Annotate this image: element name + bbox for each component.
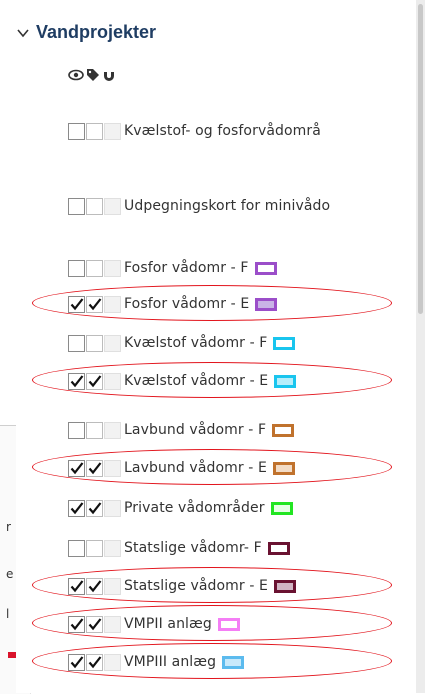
layer-label[interactable]: Fosfor vådomr - E xyxy=(124,296,249,312)
layer-row[interactable]: Lavbund vådomr - F xyxy=(68,419,295,441)
layer-row[interactable]: VMPII anlæg xyxy=(68,613,240,635)
layer-row[interactable]: VMPIII anlæg xyxy=(68,651,245,673)
layer-label[interactable]: Statslige vådomr- F xyxy=(124,540,262,556)
layer-snap-checkbox[interactable] xyxy=(104,499,121,517)
layer-label[interactable]: Fosfor vådomr - F xyxy=(124,260,249,276)
background-text-fragment: l xyxy=(6,607,10,621)
layer-snap-checkbox[interactable] xyxy=(104,577,121,595)
layer-label-checkbox[interactable] xyxy=(86,499,103,517)
layer-row[interactable]: Private vådområder xyxy=(68,497,293,519)
layer-snap-checkbox[interactable] xyxy=(104,334,121,352)
layer-legend-swatch xyxy=(267,541,290,555)
layer-label[interactable]: VMPII anlæg xyxy=(124,616,212,632)
layer-visibility-checkbox[interactable] xyxy=(68,295,85,313)
layer-legend-swatch xyxy=(270,501,293,515)
layer-label[interactable]: Kvælstof vådomr - E xyxy=(124,373,268,389)
layer-row[interactable]: Kvælstof vådomr - F xyxy=(68,332,296,354)
layer-snap-checkbox[interactable] xyxy=(104,615,121,633)
layer-visibility-checkbox[interactable] xyxy=(68,122,85,140)
layer-legend-swatch xyxy=(272,423,295,437)
layer-label[interactable]: Statslige vådomr - E xyxy=(124,578,268,594)
layer-visibility-checkbox[interactable] xyxy=(68,615,85,633)
layer-row[interactable]: Kvælstof vådomr - E xyxy=(68,370,297,392)
layer-snap-checkbox[interactable] xyxy=(104,372,121,390)
layer-legend-swatch xyxy=(273,336,296,350)
layer-visibility-checkbox[interactable] xyxy=(68,577,85,595)
group-title[interactable]: Vandprojekter xyxy=(36,22,156,43)
chevron-down-icon[interactable] xyxy=(16,26,30,40)
layer-visibility-checkbox[interactable] xyxy=(68,653,85,671)
layer-label-checkbox[interactable] xyxy=(86,539,103,557)
layer-legend-swatch xyxy=(222,655,245,669)
layer-legend-swatch xyxy=(217,617,240,631)
layer-legend-swatch xyxy=(273,579,296,593)
layer-snap-checkbox[interactable] xyxy=(104,459,121,477)
layer-label-checkbox[interactable] xyxy=(86,459,103,477)
layer-label-checkbox[interactable] xyxy=(86,122,103,140)
group-header[interactable]: Vandprojekter xyxy=(16,22,156,43)
layer-row[interactable]: Fosfor vådomr - E xyxy=(68,293,278,315)
layer-snap-checkbox[interactable] xyxy=(104,122,121,140)
layer-row[interactable]: Kvælstof- og fosforvådområ xyxy=(68,120,321,142)
layer-visibility-checkbox[interactable] xyxy=(68,259,85,277)
background-text-fragment: e xyxy=(6,567,14,581)
group-toolbar xyxy=(68,68,116,82)
layer-row[interactable]: Fosfor vådomr - F xyxy=(68,257,277,279)
layer-label-checkbox[interactable] xyxy=(86,615,103,633)
layer-snap-checkbox[interactable] xyxy=(104,653,121,671)
layer-label-checkbox[interactable] xyxy=(86,372,103,390)
layer-snap-checkbox[interactable] xyxy=(104,295,121,313)
magnet-icon[interactable] xyxy=(102,68,116,82)
tag-icon[interactable] xyxy=(86,68,100,82)
layer-snap-checkbox[interactable] xyxy=(104,197,121,215)
layer-label[interactable]: Lavbund vådomr - F xyxy=(124,422,266,438)
layer-legend-swatch xyxy=(274,374,297,388)
layer-row[interactable]: Statslige vådomr- F xyxy=(68,537,290,559)
layer-label-checkbox[interactable] xyxy=(86,334,103,352)
layer-label-checkbox[interactable] xyxy=(86,653,103,671)
layer-legend-swatch xyxy=(255,297,278,311)
background-text-fragment: r xyxy=(6,520,11,534)
layer-label-checkbox[interactable] xyxy=(86,295,103,313)
background-red-mark xyxy=(8,652,16,658)
layer-label[interactable]: Lavbund vådomr - E xyxy=(124,460,267,476)
layer-row[interactable]: Lavbund vådomr - E xyxy=(68,457,295,479)
layer-label[interactable]: VMPIII anlæg xyxy=(124,654,216,670)
layer-label[interactable]: Udpegningskort for minivådo xyxy=(124,198,330,214)
layer-label[interactable]: Kvælstof vådomr - F xyxy=(124,335,267,351)
layer-label-checkbox[interactable] xyxy=(86,577,103,595)
layer-visibility-checkbox[interactable] xyxy=(68,421,85,439)
layer-label-checkbox[interactable] xyxy=(86,197,103,215)
layer-visibility-checkbox[interactable] xyxy=(68,334,85,352)
scrollbar-thumb[interactable] xyxy=(418,4,423,314)
layer-label-checkbox[interactable] xyxy=(86,421,103,439)
layer-legend-swatch xyxy=(254,261,277,275)
eye-icon[interactable] xyxy=(68,68,84,82)
layer-row[interactable]: Udpegningskort for minivådo xyxy=(68,195,330,217)
layer-snap-checkbox[interactable] xyxy=(104,259,121,277)
layer-label[interactable]: Kvælstof- og fosforvådområ xyxy=(124,123,321,139)
layer-snap-checkbox[interactable] xyxy=(104,421,121,439)
layer-snap-checkbox[interactable] xyxy=(104,539,121,557)
layer-visibility-checkbox[interactable] xyxy=(68,197,85,215)
layer-visibility-checkbox[interactable] xyxy=(68,459,85,477)
layer-label-checkbox[interactable] xyxy=(86,259,103,277)
layer-row[interactable]: Statslige vådomr - E xyxy=(68,575,296,597)
layer-legend-swatch xyxy=(272,461,295,475)
layer-label[interactable]: Private vådområder xyxy=(124,500,265,516)
layer-visibility-checkbox[interactable] xyxy=(68,499,85,517)
layer-visibility-checkbox[interactable] xyxy=(68,372,85,390)
layer-visibility-checkbox[interactable] xyxy=(68,539,85,557)
